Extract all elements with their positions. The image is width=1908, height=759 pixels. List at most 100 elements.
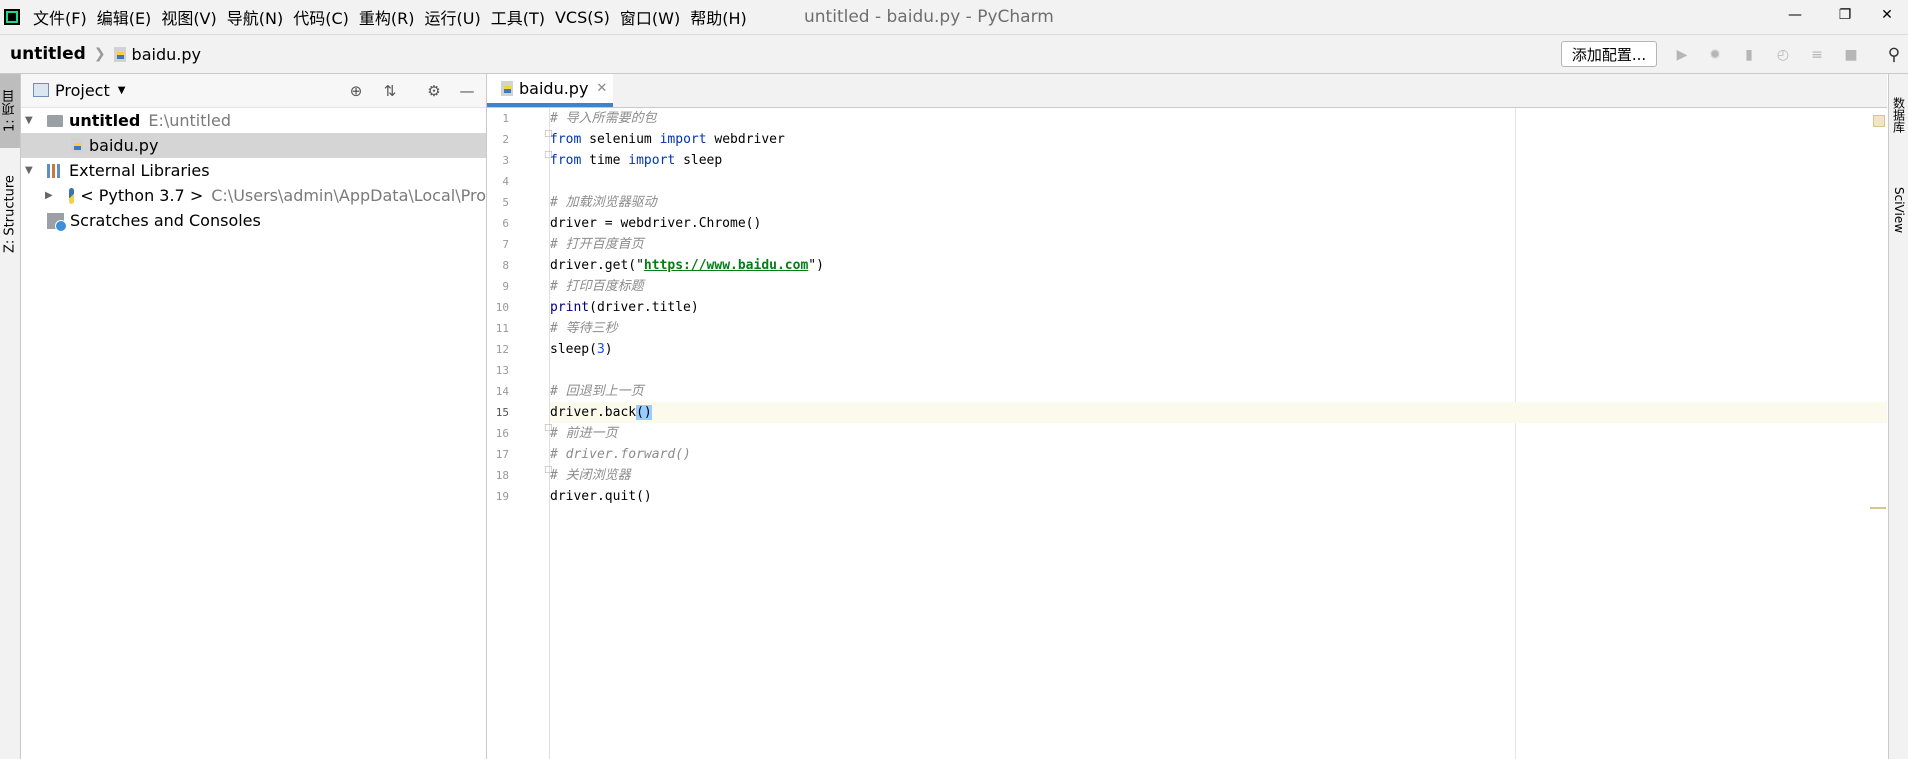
menu-help[interactable]: 帮助(H) <box>685 5 752 29</box>
project-panel-header: Project ▼ ⊕ ⇅ ⚙ — <box>21 74 486 108</box>
code-line[interactable] <box>550 171 1887 192</box>
line-number: 8 <box>502 259 509 272</box>
hide-panel-icon[interactable]: — <box>457 81 477 101</box>
line-number: 16 <box>495 427 509 440</box>
line-number: 12 <box>495 343 509 356</box>
tree-item-python-sdk[interactable]: ▶ < Python 3.7 > C:\Users\admin\AppData\… <box>21 183 486 208</box>
debug-icon[interactable]: ✹ <box>1705 45 1725 65</box>
tab-close-icon[interactable]: ✕ <box>596 81 607 96</box>
tool-tab-database[interactable]: 数据库 <box>1889 82 1908 148</box>
code-line[interactable]: # 打印百度标题 <box>550 276 1887 297</box>
tree-item-path: C:\Users\admin\AppData\Local\Pro <box>211 186 486 205</box>
menu-navigate[interactable]: 导航(N) <box>222 5 288 29</box>
line-number: 5 <box>502 196 509 209</box>
code-line[interactable]: # 加载浏览器驱动 <box>550 192 1887 213</box>
tree-item-label: < Python 3.7 > <box>80 186 204 205</box>
code-line[interactable]: driver.quit() <box>550 486 1887 507</box>
tree-item-baidu-py[interactable]: baidu.py <box>21 133 486 158</box>
code-line[interactable]: # 关闭浏览器 <box>550 465 1887 486</box>
pycharm-logo-icon <box>4 9 20 25</box>
expanded-arrow-icon[interactable]: ▼ <box>25 165 33 176</box>
profile-icon[interactable]: ◴ <box>1773 45 1793 65</box>
settings-gear-icon[interactable]: ⚙ <box>424 81 444 101</box>
menu-vcs[interactable]: VCS(S) <box>550 8 615 27</box>
menu-file[interactable]: 文件(F) <box>28 5 92 29</box>
stop-icon[interactable]: ■ <box>1841 45 1861 65</box>
run-icon[interactable]: ▶ <box>1672 45 1692 65</box>
code-line[interactable]: # 打开百度首页 <box>550 234 1887 255</box>
tree-item-scratches[interactable]: Scratches and Consoles <box>21 208 486 233</box>
window-title: untitled - baidu.py - PyCharm <box>804 7 1054 27</box>
line-number-current: 15 <box>495 406 509 419</box>
code-line[interactable]: print(driver.title) <box>550 297 1887 318</box>
tab-baidu-py[interactable]: baidu.py ✕ <box>487 74 613 107</box>
tree-item-label: untitled <box>69 111 141 130</box>
coverage-icon[interactable]: ▮ <box>1739 45 1759 65</box>
editor-tab-bar: baidu.py ✕ <box>487 74 1887 108</box>
code-line[interactable]: # driver.forward() <box>550 444 1887 465</box>
library-icon <box>47 163 63 178</box>
python-file-icon <box>501 81 513 96</box>
code-line[interactable]: from time import sleep <box>550 150 1887 171</box>
code-line[interactable] <box>550 360 1887 381</box>
breadcrumb-project[interactable]: untitled <box>10 44 86 64</box>
menu-refactor[interactable]: 重构(R) <box>354 5 420 29</box>
collapse-all-icon[interactable]: ⇅ <box>380 81 400 101</box>
project-panel-title[interactable]: Project <box>55 81 110 100</box>
restore-icon[interactable]: ❐ <box>1824 0 1866 30</box>
python-file-icon <box>113 46 126 62</box>
project-view-icon <box>33 83 49 97</box>
code-line[interactable]: # 回退到上一页 <box>550 381 1887 402</box>
close-icon[interactable]: ✕ <box>1866 0 1908 30</box>
code-line[interactable]: sleep(3) <box>550 339 1887 360</box>
tree-item-label: baidu.py <box>89 136 159 155</box>
code-line[interactable]: # 等待三秒 <box>550 318 1887 339</box>
line-number: 1 <box>502 112 509 125</box>
search-icon[interactable]: ⚲ <box>1884 45 1904 65</box>
code-line[interactable]: from selenium import webdriver <box>550 129 1887 150</box>
code-line[interactable]: driver.back() <box>550 402 1887 423</box>
line-number: 11 <box>495 322 509 335</box>
menu-tools[interactable]: 工具(T) <box>486 5 550 29</box>
line-number: 4 <box>502 175 509 188</box>
line-number: 18 <box>495 469 509 482</box>
menu-bar: 文件(F) 编辑(E) 视图(V) 导航(N) 代码(C) 重构(R) 运行(U… <box>0 0 1908 35</box>
left-tool-strip: 1: 项目 Z: Structure <box>0 74 21 759</box>
menu-run[interactable]: 运行(U) <box>420 5 486 29</box>
code-line[interactable]: driver = webdriver.Chrome() <box>550 213 1887 234</box>
line-number: 6 <box>502 217 509 230</box>
locate-file-icon[interactable]: ⊕ <box>346 81 366 101</box>
add-configuration-button[interactable]: 添加配置... <box>1561 41 1657 67</box>
collapsed-arrow-icon[interactable]: ▶ <box>45 190 53 201</box>
menu-edit[interactable]: 编辑(E) <box>92 5 157 29</box>
expanded-arrow-icon[interactable]: ▼ <box>25 115 33 126</box>
line-number: 3 <box>502 154 509 167</box>
tree-item-project-root[interactable]: ▼ untitled E:\untitled <box>21 108 486 133</box>
tree-item-external-libraries[interactable]: ▼ External Libraries <box>21 158 486 183</box>
dropdown-caret-icon[interactable]: ▼ <box>118 85 126 96</box>
tool-tab-sciview[interactable]: SciView <box>1889 170 1908 250</box>
tool-tab-project[interactable]: 1: 项目 <box>0 74 20 148</box>
line-number: 14 <box>495 385 509 398</box>
line-number: 13 <box>495 364 509 377</box>
menu-window[interactable]: 窗口(W) <box>615 5 685 29</box>
concurrency-icon[interactable]: ≡ <box>1807 45 1827 65</box>
code-line[interactable]: # 导入所需要的包 <box>550 108 1887 129</box>
menu-code[interactable]: 代码(C) <box>288 5 354 29</box>
navigation-bar: untitled ❯ baidu.py 添加配置... ▶ ✹ ▮ ◴ ≡ ■ … <box>0 35 1908 74</box>
folder-icon <box>47 114 63 127</box>
code-line[interactable]: # 前进一页 <box>550 423 1887 444</box>
code-area[interactable]: # 导入所需要的包 from selenium import webdriver f… <box>550 108 1887 759</box>
tree-item-path: E:\untitled <box>148 111 231 130</box>
menu-view[interactable]: 视图(V) <box>156 5 221 29</box>
scrollbar-marker[interactable] <box>1870 507 1886 509</box>
tool-tab-structure[interactable]: Z: Structure <box>0 168 20 260</box>
breadcrumb-file[interactable]: baidu.py <box>132 45 201 64</box>
code-line[interactable]: driver.get("https://www.baidu.com") <box>550 255 1887 276</box>
inspection-status-icon[interactable] <box>1873 115 1885 127</box>
scratches-icon <box>47 212 67 232</box>
tree-item-label: External Libraries <box>69 161 210 180</box>
code-editor: baidu.py ✕ 1 2 3 4 5 6 7 8 9 10 11 12 13… <box>487 74 1887 759</box>
line-number: 10 <box>495 301 509 314</box>
minimize-icon[interactable]: — <box>1774 0 1816 30</box>
